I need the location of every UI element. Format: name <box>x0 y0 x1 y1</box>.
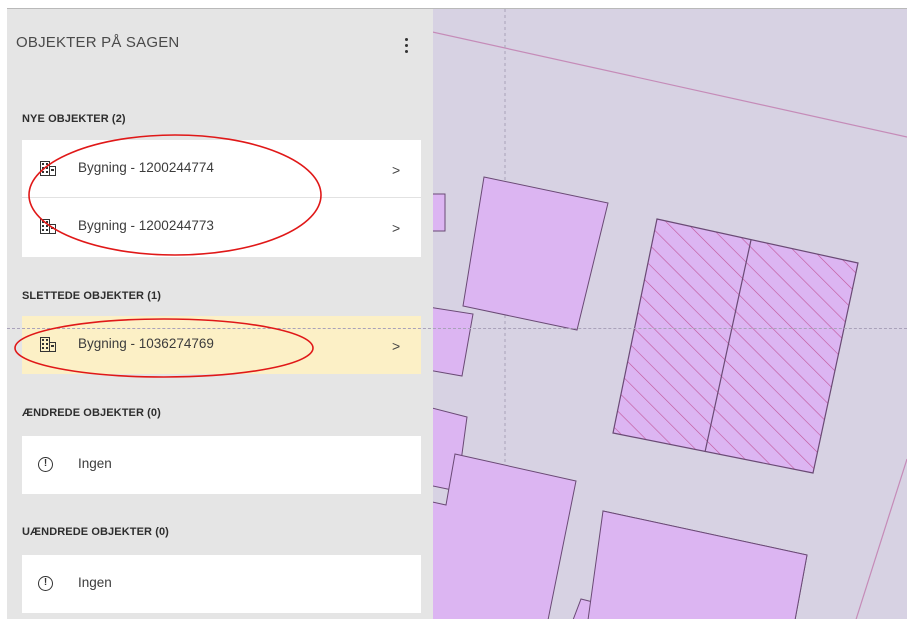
empty-state-label: Ingen <box>78 456 112 471</box>
list-item-building[interactable]: Bygning - 1200244774 > <box>22 140 421 198</box>
chevron-right-icon: > <box>392 220 401 236</box>
building-footprint <box>433 193 446 232</box>
building-footprint <box>433 453 577 619</box>
unchanged-objects-list: ! Ingen <box>22 555 421 613</box>
building-footprint <box>462 176 609 331</box>
panel-title: OBJEKTER PÅ SAGEN <box>16 34 180 51</box>
chevron-right-icon: > <box>392 338 401 354</box>
empty-state-row: ! Ingen <box>22 555 421 613</box>
info-icon: ! <box>38 457 53 472</box>
list-item-building-selected[interactable]: Bygning - 1036274769 > <box>22 316 421 374</box>
section-heading-changed: ÆNDREDE OBJEKTER (0) <box>22 407 161 419</box>
deleted-building-hatched <box>612 218 859 474</box>
empty-state-row: ! Ingen <box>22 436 421 494</box>
deleted-objects-list: Bygning - 1036274769 > <box>22 316 421 374</box>
building-footprint <box>433 307 474 377</box>
chevron-right-icon: > <box>392 162 401 178</box>
objects-panel: OBJEKTER PÅ SAGEN NYE OBJEKTER (2) Bygni… <box>7 9 433 619</box>
kebab-menu-icon[interactable] <box>396 35 416 55</box>
list-item-building[interactable]: Bygning - 1200244773 > <box>22 198 421 256</box>
map-canvas[interactable] <box>433 9 907 619</box>
empty-state-label: Ingen <box>78 575 112 590</box>
changed-objects-list: ! Ingen <box>22 436 421 494</box>
app-frame: OBJEKTER PÅ SAGEN NYE OBJEKTER (2) Bygni… <box>7 8 907 619</box>
building-icon <box>40 161 56 176</box>
map-view[interactable] <box>433 9 907 619</box>
crosshair-horizontal <box>7 328 907 329</box>
new-objects-list: Bygning - 1200244774 > Bygning - 1200244… <box>22 140 421 257</box>
section-heading-unchanged: UÆNDREDE OBJEKTER (0) <box>22 526 169 538</box>
section-heading-deleted: SLETTEDE OBJEKTER (1) <box>22 290 162 302</box>
list-item-label: Bygning - 1200244774 <box>78 160 214 175</box>
info-icon: ! <box>38 576 53 591</box>
parcel-boundary-line <box>855 458 907 619</box>
list-item-label: Bygning - 1036274769 <box>78 336 214 351</box>
building-footprint <box>587 510 808 619</box>
building-icon <box>40 337 56 352</box>
parcel-boundary-line <box>433 31 907 138</box>
building-icon <box>40 219 56 234</box>
list-item-label: Bygning - 1200244773 <box>78 218 214 233</box>
section-heading-new: NYE OBJEKTER (2) <box>22 113 126 125</box>
